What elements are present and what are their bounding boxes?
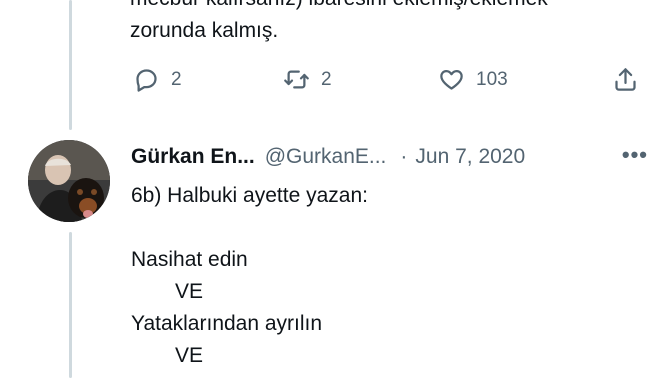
tweet-text-line: 6b) Halbuki ayette yazan: <box>131 184 368 207</box>
previous-tweet-text: mecbur kalırsanız) ibaresini eklemiş/ekl… <box>130 0 650 47</box>
like-icon <box>440 69 463 90</box>
avatar[interactable] <box>28 140 110 222</box>
author-name[interactable]: Gürkan En... <box>131 145 255 169</box>
tweet-text-line: Yataklarından ayrılın <box>131 312 323 335</box>
author-handle[interactable]: @GurkanE... <box>265 145 387 169</box>
retweet-button[interactable]: 2 <box>283 66 332 93</box>
like-button[interactable]: 103 <box>438 66 508 93</box>
like-count: 103 <box>476 68 508 90</box>
thread-connector-line <box>69 232 72 378</box>
retweet-icon <box>284 70 309 89</box>
reply-icon <box>136 69 157 92</box>
tweet-actions-bar: 2 2 103 <box>0 66 672 102</box>
previous-tweet-line: mecbur kalırsanız) ibaresini eklemiş/ekl… <box>130 0 650 15</box>
previous-tweet-line: zorunda kalmış. <box>130 19 279 42</box>
share-button[interactable] <box>612 66 639 93</box>
retweet-count: 2 <box>321 68 332 90</box>
tweet-text-line <box>131 212 651 244</box>
tweet-date[interactable]: Jun 7, 2020 <box>415 145 525 169</box>
share-icon <box>615 68 636 91</box>
tweet-text-line: VE <box>175 344 204 367</box>
header-separator: · <box>400 145 408 168</box>
thread-connector-line <box>69 0 72 130</box>
reply-count: 2 <box>171 68 182 90</box>
tweet-text-line: VE <box>175 280 204 303</box>
tweet-text: 6b) Halbuki ayette yazan: Nasihat edin V… <box>131 180 651 372</box>
tweet-text-line: Nasihat edin <box>131 248 248 271</box>
avatar-photo <box>28 140 110 222</box>
tweet-header: Gürkan En... @GurkanE... · Jun 7, 2020 •… <box>131 142 652 172</box>
reply-button[interactable]: 2 <box>133 66 182 93</box>
more-icon[interactable]: ••• <box>622 142 648 168</box>
